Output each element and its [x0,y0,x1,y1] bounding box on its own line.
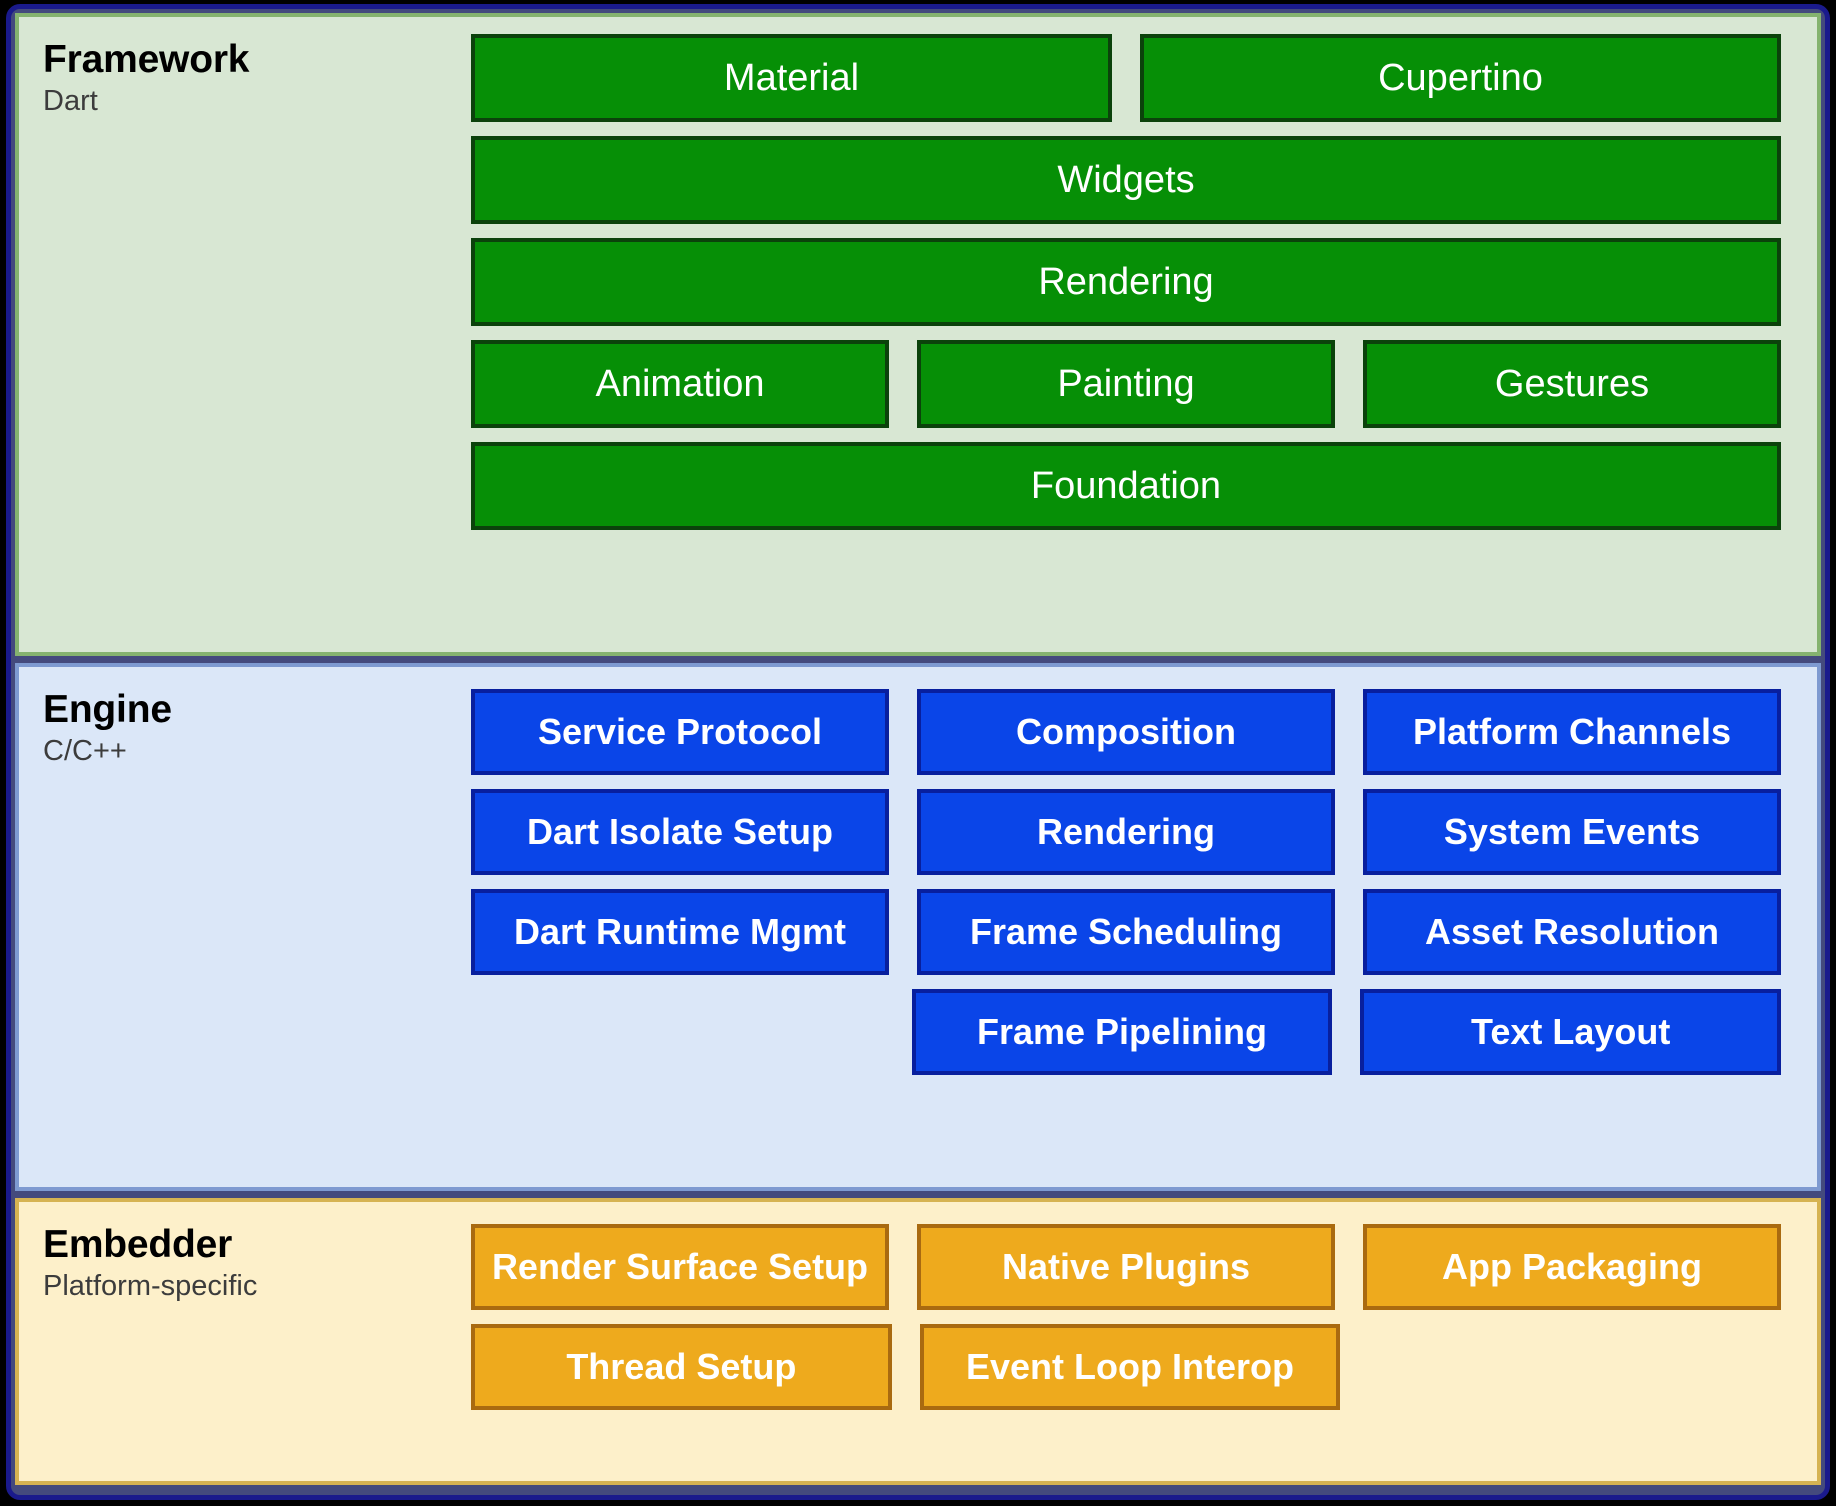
framework-row-5: Foundation [471,442,1781,530]
layer-framework-label: Framework Dart [19,17,471,652]
layer-embedder: Embedder Platform-specific Render Surfac… [15,1198,1821,1485]
layer-engine-label: Engine C/C++ [19,667,471,1187]
layer-framework-subtitle: Dart [43,85,98,118]
box-rendering-framework[interactable]: Rendering [471,238,1781,326]
box-app-packaging[interactable]: App Packaging [1363,1224,1781,1310]
box-render-surface-setup[interactable]: Render Surface Setup [471,1224,889,1310]
layer-embedder-subtitle: Platform-specific [43,1270,258,1303]
layer-embedder-boxes: Render Surface Setup Native Plugins App … [471,1202,1817,1481]
architecture-diagram-frame: Framework Dart Material Cupertino Widget… [6,4,1830,1500]
box-service-protocol[interactable]: Service Protocol [471,689,889,775]
box-event-loop-interop[interactable]: Event Loop Interop [919,1324,1341,1410]
box-animation[interactable]: Animation [471,340,889,428]
box-frame-pipelining[interactable]: Frame Pipelining [911,989,1333,1075]
box-material[interactable]: Material [471,34,1112,122]
box-native-plugins[interactable]: Native Plugins [917,1224,1335,1310]
box-thread-setup[interactable]: Thread Setup [471,1324,892,1410]
box-frame-scheduling[interactable]: Frame Scheduling [917,889,1335,975]
embedder-row-2: Thread Setup Event Loop Interop [471,1324,1781,1410]
box-dart-runtime-mgmt[interactable]: Dart Runtime Mgmt [471,889,889,975]
box-rendering-engine[interactable]: Rendering [917,789,1335,875]
layer-engine-title: Engine [43,688,172,731]
box-painting[interactable]: Painting [917,340,1335,428]
layer-framework-title: Framework [43,38,250,81]
engine-row-1: Service Protocol Composition Platform Ch… [471,689,1781,775]
framework-row-1: Material Cupertino [471,34,1781,122]
box-composition[interactable]: Composition [917,689,1335,775]
layer-engine-subtitle: C/C++ [43,735,127,768]
engine-row-2: Dart Isolate Setup Rendering System Even… [471,789,1781,875]
box-asset-resolution[interactable]: Asset Resolution [1363,889,1781,975]
layer-embedder-title: Embedder [43,1223,233,1266]
framework-row-4: Animation Painting Gestures [471,340,1781,428]
framework-row-2: Widgets [471,136,1781,224]
box-system-events[interactable]: System Events [1363,789,1781,875]
box-platform-channels[interactable]: Platform Channels [1363,689,1781,775]
engine-row-4: Frame Pipelining Text Layout [471,989,1782,1075]
box-gestures[interactable]: Gestures [1363,340,1781,428]
embedder-row-1: Render Surface Setup Native Plugins App … [471,1224,1781,1310]
engine-row-3: Dart Runtime Mgmt Frame Scheduling Asset… [471,889,1781,975]
box-widgets[interactable]: Widgets [471,136,1781,224]
layer-framework: Framework Dart Material Cupertino Widget… [15,13,1821,656]
box-text-layout[interactable]: Text Layout [1360,989,1782,1075]
layer-embedder-label: Embedder Platform-specific [19,1202,471,1481]
layer-framework-boxes: Material Cupertino Widgets Rendering Ani… [471,17,1817,652]
box-foundation[interactable]: Foundation [471,442,1781,530]
box-cupertino[interactable]: Cupertino [1140,34,1781,122]
layer-engine: Engine C/C++ Service Protocol Compositio… [15,663,1821,1191]
framework-row-3: Rendering [471,238,1781,326]
box-dart-isolate-setup[interactable]: Dart Isolate Setup [471,789,889,875]
layer-engine-boxes: Service Protocol Composition Platform Ch… [471,667,1817,1187]
